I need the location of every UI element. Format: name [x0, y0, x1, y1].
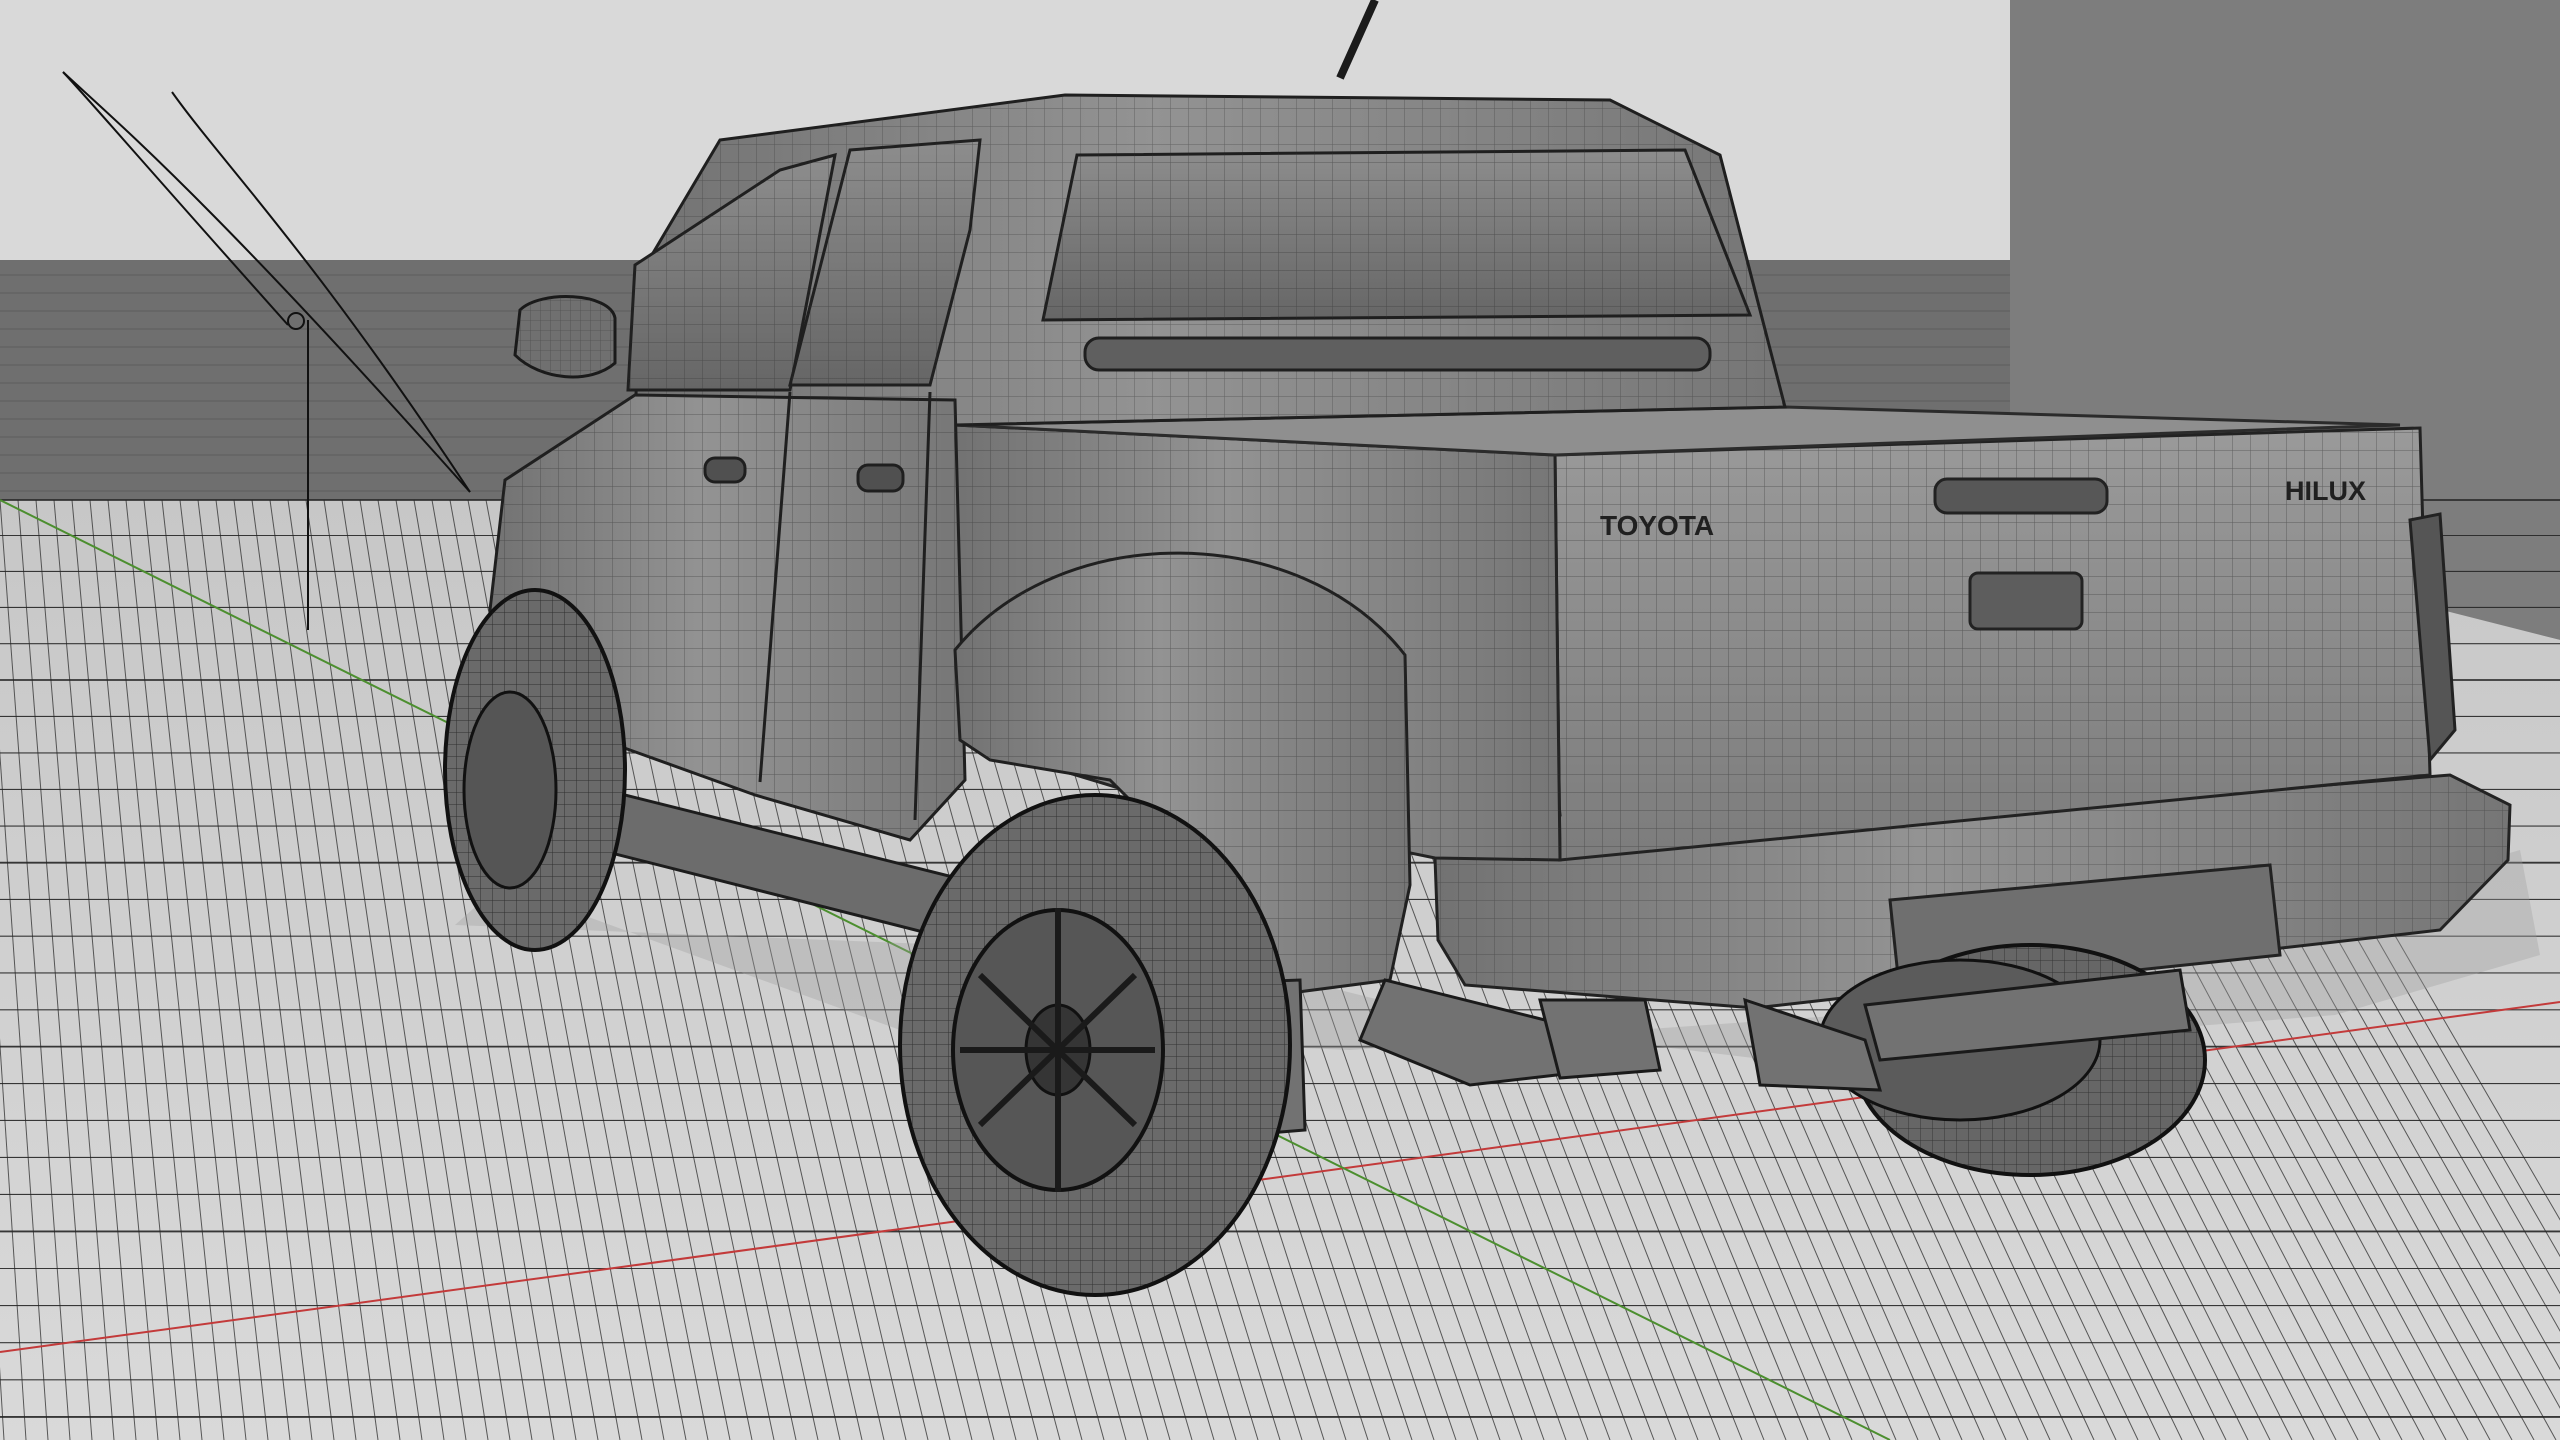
scene-canvas[interactable]: TOYOTA HILUX: [0, 0, 2560, 1440]
door-handle-front[interactable]: [703, 456, 747, 484]
3d-viewport[interactable]: TOYOTA HILUX: [0, 0, 2560, 1440]
rear-left-wheel[interactable]: [898, 793, 1292, 1297]
side-mirror-wire: [515, 296, 615, 377]
front-left-wheel[interactable]: [443, 588, 627, 952]
brake-light: [1083, 336, 1712, 372]
tailgate-handle[interactable]: [1968, 571, 2084, 631]
model-badge: HILUX: [2285, 476, 2366, 506]
rear-window-wire: [1043, 150, 1750, 320]
door-handle-rear[interactable]: [856, 463, 905, 493]
tailgate-light: [1933, 477, 2109, 515]
brand-badge: TOYOTA: [1600, 510, 1714, 541]
